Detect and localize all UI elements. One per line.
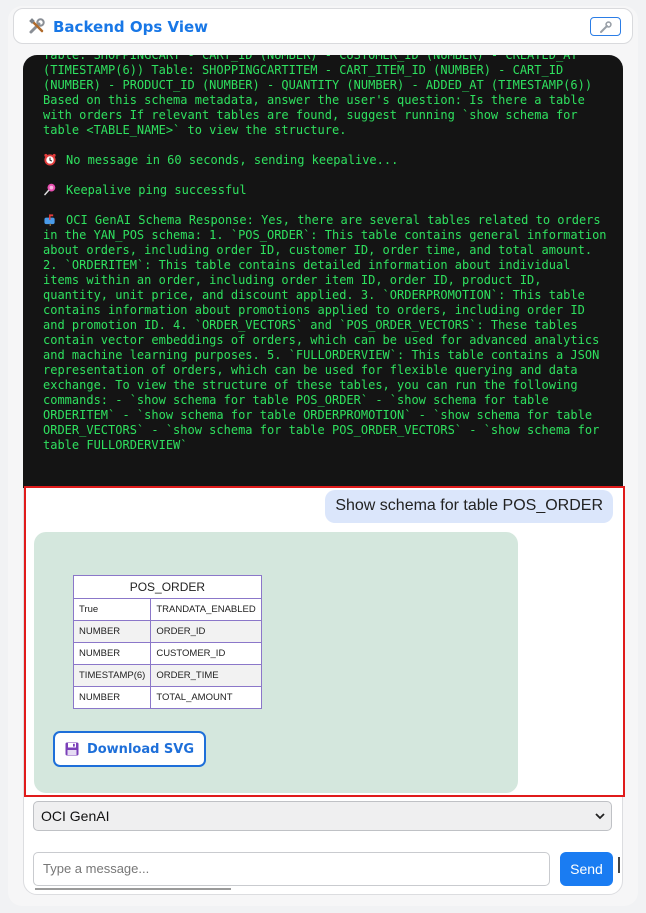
table-row: NUMBER CUSTOMER_ID bbox=[72, 642, 262, 665]
lollipop-icon bbox=[44, 183, 56, 196]
table-row: TIMESTAMP(6) ORDER_TIME bbox=[72, 664, 262, 687]
table-row: True TRANDATA_ENABLED bbox=[72, 598, 262, 621]
app-title: Backend Ops View bbox=[53, 18, 208, 36]
model-select[interactable]: OCI GenAI bbox=[33, 801, 612, 831]
send-button[interactable]: Send bbox=[560, 852, 613, 886]
app-header: Backend Ops View bbox=[13, 8, 633, 44]
column-type: NUMBER bbox=[72, 642, 152, 665]
log-text: OCI GenAI Schema Response: Yes, there ar… bbox=[43, 213, 614, 452]
download-svg-button[interactable]: Download SVG bbox=[53, 731, 206, 767]
resize-handle[interactable] bbox=[618, 857, 620, 873]
wrench-icon bbox=[600, 21, 612, 33]
column-type: NUMBER bbox=[72, 620, 152, 643]
user-message-bubble: Show schema for table POS_ORDER bbox=[325, 490, 613, 523]
horizontal-scrollbar[interactable] bbox=[35, 888, 231, 890]
message-input-placeholder: Type a message... bbox=[43, 861, 150, 876]
settings-button[interactable] bbox=[590, 17, 621, 36]
alarm-clock-icon bbox=[44, 153, 56, 166]
mailbox-icon bbox=[44, 214, 55, 226]
log-text: Keepalive ping successful bbox=[66, 183, 247, 197]
table-row: NUMBER ORDER_ID bbox=[72, 620, 262, 643]
column-name: TRANDATA_ENABLED bbox=[150, 598, 262, 621]
column-name: CUSTOMER_ID bbox=[150, 642, 262, 665]
bot-response-card: POS_ORDER True TRANDATA_ENABLED NUMBER O… bbox=[34, 532, 518, 793]
column-type: TIMESTAMP(6) bbox=[72, 664, 152, 687]
column-name: ORDER_ID bbox=[150, 620, 262, 643]
schema-table-title: POS_ORDER bbox=[73, 575, 262, 599]
download-label: Download SVG bbox=[86, 741, 195, 757]
log-entry-genai-response: OCI GenAI Schema Response: Yes, there ar… bbox=[43, 213, 608, 453]
message-input[interactable]: Type a message... bbox=[33, 852, 550, 886]
log-text: No message in 60 seconds, sending keepal… bbox=[66, 153, 399, 167]
log-entry-ping: Keepalive ping successful bbox=[43, 183, 608, 198]
column-name: TOTAL_AMOUNT bbox=[150, 686, 262, 709]
column-type: NUMBER bbox=[72, 686, 152, 709]
model-select-value: OCI GenAI bbox=[41, 808, 110, 824]
terminal-log[interactable]: Table: SHOPPINGCART - CART_ID (NUMBER) -… bbox=[23, 55, 623, 488]
floppy-disk-icon bbox=[65, 742, 79, 756]
schema-table: POS_ORDER True TRANDATA_ENABLED NUMBER O… bbox=[72, 575, 262, 709]
log-entry-keepalive: No message in 60 seconds, sending keepal… bbox=[43, 153, 608, 168]
tools-icon bbox=[28, 17, 46, 35]
chat-messages-area: Show schema for table POS_ORDER POS_ORDE… bbox=[24, 486, 625, 797]
column-type: True bbox=[72, 598, 152, 621]
log-text: Table: SHOPPINGCART - CART_ID (NUMBER) -… bbox=[43, 55, 600, 137]
column-name: ORDER_TIME bbox=[150, 664, 262, 687]
chevron-down-icon bbox=[595, 813, 605, 820]
log-entry-schema-prompt: Table: SHOPPINGCART - CART_ID (NUMBER) -… bbox=[43, 55, 608, 138]
table-row: NUMBER TOTAL_AMOUNT bbox=[72, 686, 262, 709]
